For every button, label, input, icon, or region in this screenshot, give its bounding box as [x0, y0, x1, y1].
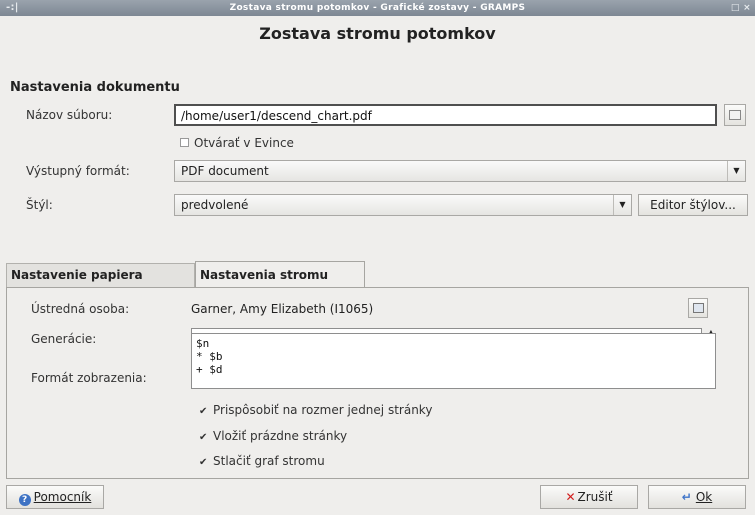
cancel-button-label: Zrušiť [577, 490, 613, 504]
dialog-heading: Zostava stromu potomkov [259, 24, 496, 43]
style-value: predvolené [181, 198, 249, 212]
fit-one-page-checkbox[interactable]: ✔ Prispôsobiť na rozmer jednej stránky [199, 403, 432, 417]
file-browse-icon [729, 110, 741, 120]
window-title: Zostava stromu potomkov - Grafické zosta… [229, 3, 526, 13]
output-format-select[interactable]: PDF document ▼ [174, 160, 746, 182]
ok-button[interactable]: ↵ Ok [648, 485, 746, 509]
document-settings-title: Nastavenia dokumentu [10, 80, 180, 95]
generations-label: Generácie: [31, 332, 97, 346]
help-button[interactable]: ? Pomocník [6, 485, 104, 509]
window-menu-icon[interactable]: -:| [6, 0, 19, 16]
output-format-label: Výstupný formát: [26, 164, 130, 178]
ok-button-label: Ok [695, 490, 713, 504]
file-browse-button[interactable] [724, 104, 746, 126]
display-format-textarea[interactable]: $n * $b + $d [191, 333, 716, 389]
center-person-label: Ústredná osoba: [31, 302, 130, 316]
tab-paper-settings[interactable]: Nastavenie papiera [6, 263, 195, 287]
filename-label: Názov súboru: [26, 108, 113, 122]
insert-blank-pages-checkbox[interactable]: ✔ Vložiť prázdne stránky [199, 429, 347, 443]
open-in-viewer-checkbox[interactable]: Otvárať v Evince [180, 136, 294, 150]
style-label: Štýl: [26, 198, 53, 212]
center-person-value: Garner, Amy Elizabeth (I1065) [191, 302, 374, 316]
fit-one-page-label: Prispôsobiť na rozmer jednej stránky [213, 403, 433, 417]
compress-tree-label: Stlačiť graf stromu [213, 454, 325, 468]
compress-tree-checkbox[interactable]: ✔ Stlačiť graf stromu [199, 454, 325, 468]
checkmark-icon: ✔ [199, 406, 208, 417]
cancel-button[interactable]: ✕ Zrušiť [540, 485, 638, 509]
tree-settings-panel: Ústredná osoba: Garner, Amy Elizabeth (I… [6, 287, 749, 479]
filename-input[interactable]: /home/user1/descend_chart.pdf [174, 104, 717, 126]
output-format-value: PDF document [181, 164, 269, 178]
chevron-down-icon: ▼ [727, 161, 745, 181]
window-titlebar: -:| Zostava stromu potomkov - Grafické z… [0, 0, 755, 16]
checkmark-icon: ✔ [199, 457, 208, 468]
open-in-viewer-label: Otvárať v Evince [194, 136, 294, 150]
person-select-icon [692, 303, 704, 313]
style-select[interactable]: predvolené ▼ [174, 194, 632, 216]
help-button-label: Pomocník [33, 490, 92, 504]
style-editor-button[interactable]: Editor štýlov... [638, 194, 748, 216]
close-icon: ✕ [565, 490, 576, 504]
help-icon: ? [18, 494, 31, 506]
chevron-down-icon: ▼ [613, 195, 631, 215]
display-format-label: Formát zobrazenia: [31, 371, 147, 385]
insert-blank-pages-label: Vložiť prázdne stránky [213, 429, 348, 443]
ok-arrow-icon: ↵ [681, 490, 692, 504]
tab-tree-settings[interactable]: Nastavenia stromu [195, 261, 365, 288]
checkmark-icon: ✔ [199, 432, 208, 443]
select-person-button[interactable] [688, 298, 708, 318]
checkbox-box-icon [180, 138, 189, 147]
window-controls-icon[interactable]: □ × [731, 0, 751, 16]
